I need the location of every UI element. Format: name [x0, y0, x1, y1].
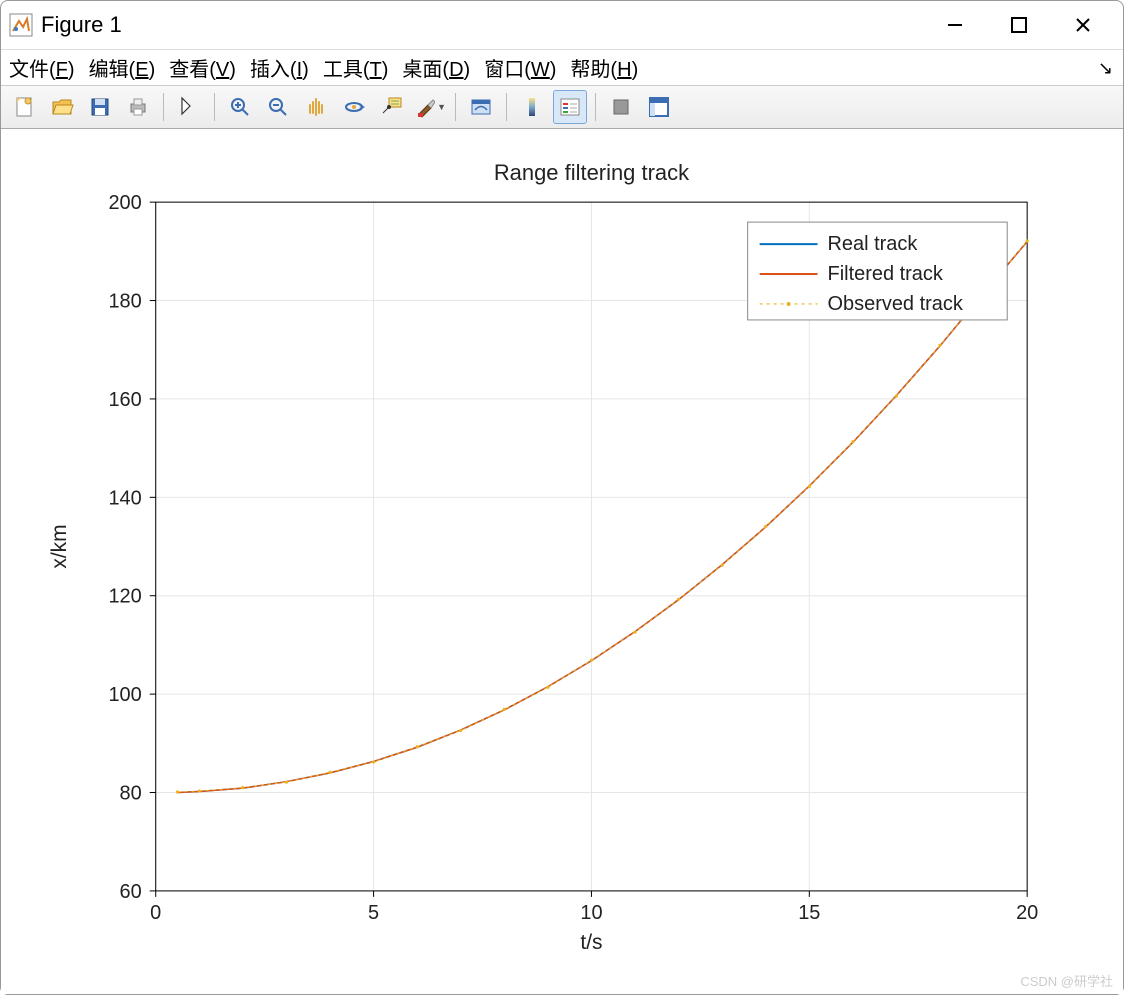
svg-text:5: 5	[368, 902, 379, 924]
window-controls	[939, 9, 1099, 41]
maximize-button[interactable]	[1003, 9, 1035, 41]
menu-insert[interactable]: 插入(I)	[250, 53, 309, 82]
svg-text:120: 120	[108, 586, 141, 608]
open-button[interactable]	[45, 90, 79, 124]
menu-view[interactable]: 查看(V)	[169, 53, 236, 82]
close-button[interactable]	[1067, 9, 1099, 41]
menu-file[interactable]: 文件(F)	[9, 53, 75, 82]
rotate3d-button[interactable]	[337, 90, 371, 124]
svg-text:10: 10	[580, 902, 602, 924]
matlab-icon	[9, 13, 33, 37]
separator	[214, 93, 215, 121]
new-figure-button[interactable]	[7, 90, 41, 124]
edit-plot-button[interactable]	[172, 90, 206, 124]
toolbar: ▼	[1, 85, 1123, 129]
svg-text:100: 100	[108, 684, 141, 706]
plot-area[interactable]: 0 5 10 15 20 60 80 100 120 140 160 180 200 t/s x/km Ran…	[1, 129, 1123, 994]
svg-text:180: 180	[108, 291, 141, 313]
svg-text:15: 15	[798, 902, 820, 924]
svg-text:140: 140	[108, 487, 141, 509]
svg-text:200: 200	[108, 192, 141, 214]
brush-button[interactable]: ▼	[413, 90, 447, 124]
figure-window: Figure 1 文件(F) 编辑(E) 查看(V) 插入(I) 工具(T) 桌…	[0, 0, 1124, 995]
window-title: Figure 1	[41, 12, 939, 38]
data-cursor-button[interactable]	[375, 90, 409, 124]
dock-arrow-icon[interactable]: ↘	[1098, 58, 1113, 79]
save-button[interactable]	[83, 90, 117, 124]
zoom-out-button[interactable]	[261, 90, 295, 124]
svg-text:Filtered track: Filtered track	[828, 263, 943, 285]
zoom-in-button[interactable]	[223, 90, 257, 124]
show-tools-button[interactable]	[642, 90, 676, 124]
hide-tools-button[interactable]	[604, 90, 638, 124]
legend-button[interactable]	[553, 90, 587, 124]
menu-edit[interactable]: 编辑(E)	[89, 53, 156, 82]
separator	[595, 93, 596, 121]
svg-text:Range filtering track: Range filtering track	[494, 160, 690, 185]
svg-text:Real track: Real track	[828, 233, 918, 255]
separator	[455, 93, 456, 121]
menu-tools[interactable]: 工具(T)	[323, 53, 389, 82]
menu-window[interactable]: 窗口(W)	[484, 53, 556, 82]
menu-desktop[interactable]: 桌面(D)	[402, 53, 470, 82]
link-data-button[interactable]	[464, 90, 498, 124]
minimize-button[interactable]	[939, 9, 971, 41]
svg-text:160: 160	[108, 389, 141, 411]
svg-text:x/km: x/km	[48, 524, 71, 568]
chart-svg: 0 5 10 15 20 60 80 100 120 140 160 180 200 t/s x/km Ran…	[1, 129, 1123, 994]
svg-text:0: 0	[150, 902, 161, 924]
svg-text:20: 20	[1016, 902, 1038, 924]
menubar: 文件(F) 编辑(E) 查看(V) 插入(I) 工具(T) 桌面(D) 窗口(W…	[1, 49, 1123, 85]
pan-button[interactable]	[299, 90, 333, 124]
separator	[163, 93, 164, 121]
titlebar: Figure 1	[1, 1, 1123, 49]
colorbar-button[interactable]	[515, 90, 549, 124]
svg-text:t/s: t/s	[580, 931, 602, 954]
print-button[interactable]	[121, 90, 155, 124]
svg-text:Observed track: Observed track	[828, 293, 963, 315]
menu-help[interactable]: 帮助(H)	[570, 53, 638, 82]
separator	[506, 93, 507, 121]
watermark: CSDN @研学社	[1020, 971, 1113, 990]
svg-text:80: 80	[120, 783, 142, 805]
svg-text:60: 60	[120, 881, 142, 903]
